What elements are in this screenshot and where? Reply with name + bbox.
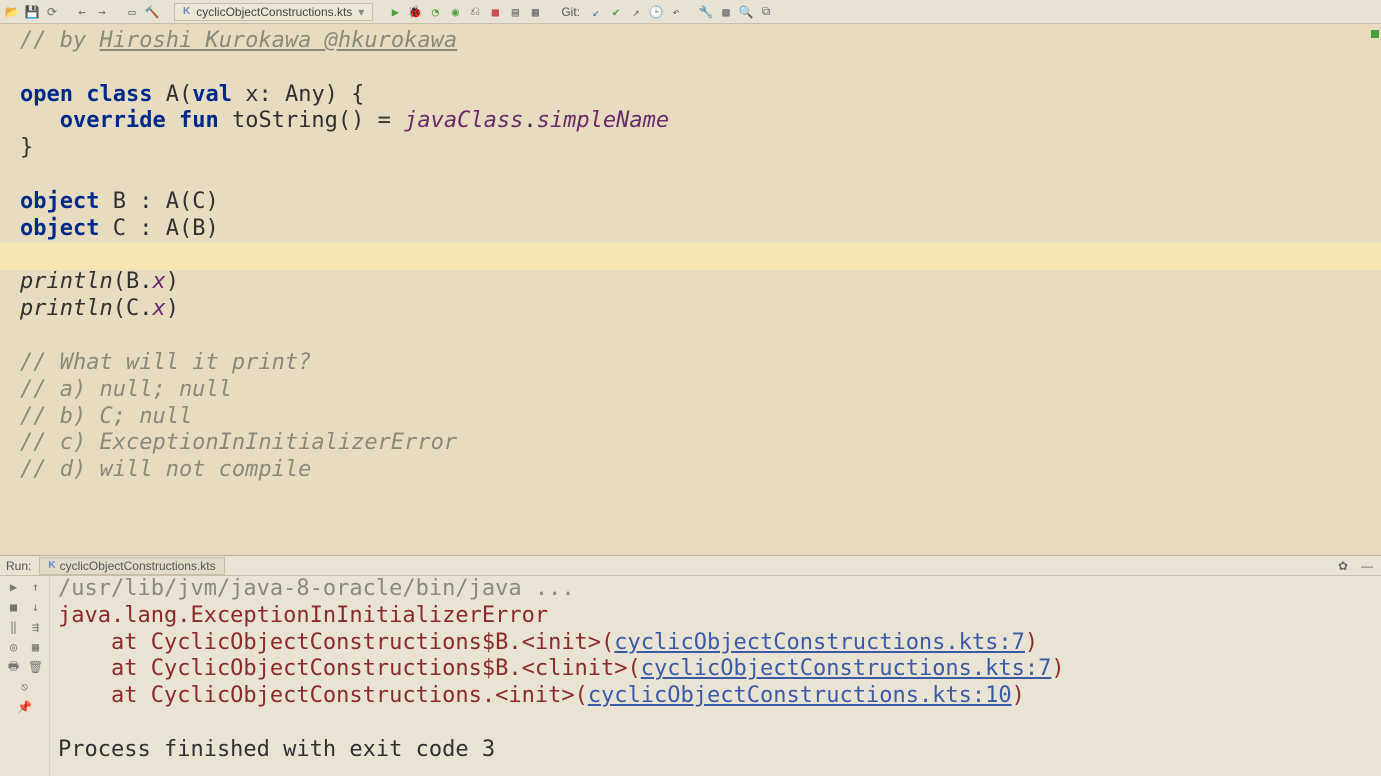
stacktrace-link[interactable]: cyclicObjectConstructions.kts:7 [614,630,1025,655]
main-toolbar: 📂 💾 ⟳ ← → ▭ 🔨 K cyclicObjectConstruction… [0,0,1381,24]
stop-icon[interactable]: ■ [487,4,503,20]
print-icon[interactable]: 🖶 [7,660,21,674]
run-label: Run: [6,559,31,573]
kotlin-file-icon: K [48,560,55,571]
scroll-up-icon[interactable]: ↑ [29,580,43,594]
project-icon[interactable]: ▩ [718,4,734,20]
rerun-icon[interactable]: ▶ [7,580,21,594]
file-tab-label: cyclicObjectConstructions.kts [196,5,352,19]
soft-wrap-icon[interactable]: ⇶ [29,620,43,634]
code-content: // by Hiroshi Kurokawa @hkurokawa open c… [20,28,1381,484]
dump-icon[interactable]: ◎ [7,640,21,654]
attach-icon[interactable]: ⎌ [467,4,483,20]
settings-icon[interactable]: 🔧 [698,4,714,20]
dropdown-icon[interactable]: ▾ [358,5,364,19]
structure-icon[interactable]: ▤ [507,4,523,20]
build-icon[interactable]: 🔨 [144,4,160,20]
coverage-icon[interactable]: ◔ [427,4,443,20]
window-icon[interactable]: ▭ [124,4,140,20]
git-pull-icon[interactable]: ↙ [588,4,604,20]
git-revert-icon[interactable]: ↶ [668,4,684,20]
run-tab-label: cyclicObjectConstructions.kts [60,559,216,573]
git-commit-icon[interactable]: ✔ [608,4,624,20]
file-tab[interactable]: K cyclicObjectConstructions.kts ▾ [174,3,373,21]
pause-icon[interactable]: ‖ [7,620,21,634]
run-tab[interactable]: K cyclicObjectConstructions.kts [39,557,224,575]
pin-icon[interactable]: 📌 [18,700,32,714]
minimize-icon[interactable]: — [1359,558,1375,574]
stacktrace-link[interactable]: cyclicObjectConstructions.kts:7 [641,656,1052,681]
layout-icon[interactable]: ▦ [29,640,43,654]
debug-icon[interactable]: 🐞 [407,4,423,20]
save-icon[interactable]: 💾 [24,4,40,20]
run-icon[interactable]: ▶ [387,4,403,20]
more-icon[interactable]: ⧉ [758,4,774,20]
run-header: Run: K cyclicObjectConstructions.kts ✿ — [0,556,1381,576]
forward-icon[interactable]: → [94,4,110,20]
git-compare-icon[interactable]: ↗ [628,4,644,20]
stop-run-icon[interactable]: ■ [7,600,21,614]
run-gutter: ▶ ↑ ■ ↓ ‖ ⇶ ◎ ▦ 🖶 🗑 ⎋ 📌 [0,576,50,776]
trash-icon[interactable]: 🗑 [29,660,43,674]
back-icon[interactable]: ← [74,4,90,20]
hierarchy-icon[interactable]: ▦ [527,4,543,20]
git-label: Git: [561,5,580,19]
scroll-down-icon[interactable]: ↓ [29,600,43,614]
open-icon[interactable]: 📂 [4,4,20,20]
git-history-icon[interactable]: 🕒 [648,4,664,20]
kotlin-file-icon: K [183,6,190,17]
profile-icon[interactable]: ◉ [447,4,463,20]
refresh-icon[interactable]: ⟳ [44,4,60,20]
search-icon[interactable]: 🔍 [738,4,754,20]
stacktrace-link[interactable]: cyclicObjectConstructions.kts:10 [588,683,1012,708]
exit-icon[interactable]: ⎋ [18,680,32,694]
code-editor[interactable]: // by Hiroshi Kurokawa @hkurokawa open c… [0,24,1381,555]
run-output[interactable]: /usr/lib/jvm/java-8-oracle/bin/java ... … [50,576,1381,776]
run-tool-window: Run: K cyclicObjectConstructions.kts ✿ —… [0,555,1381,776]
run-settings-icon[interactable]: ✿ [1335,558,1351,574]
